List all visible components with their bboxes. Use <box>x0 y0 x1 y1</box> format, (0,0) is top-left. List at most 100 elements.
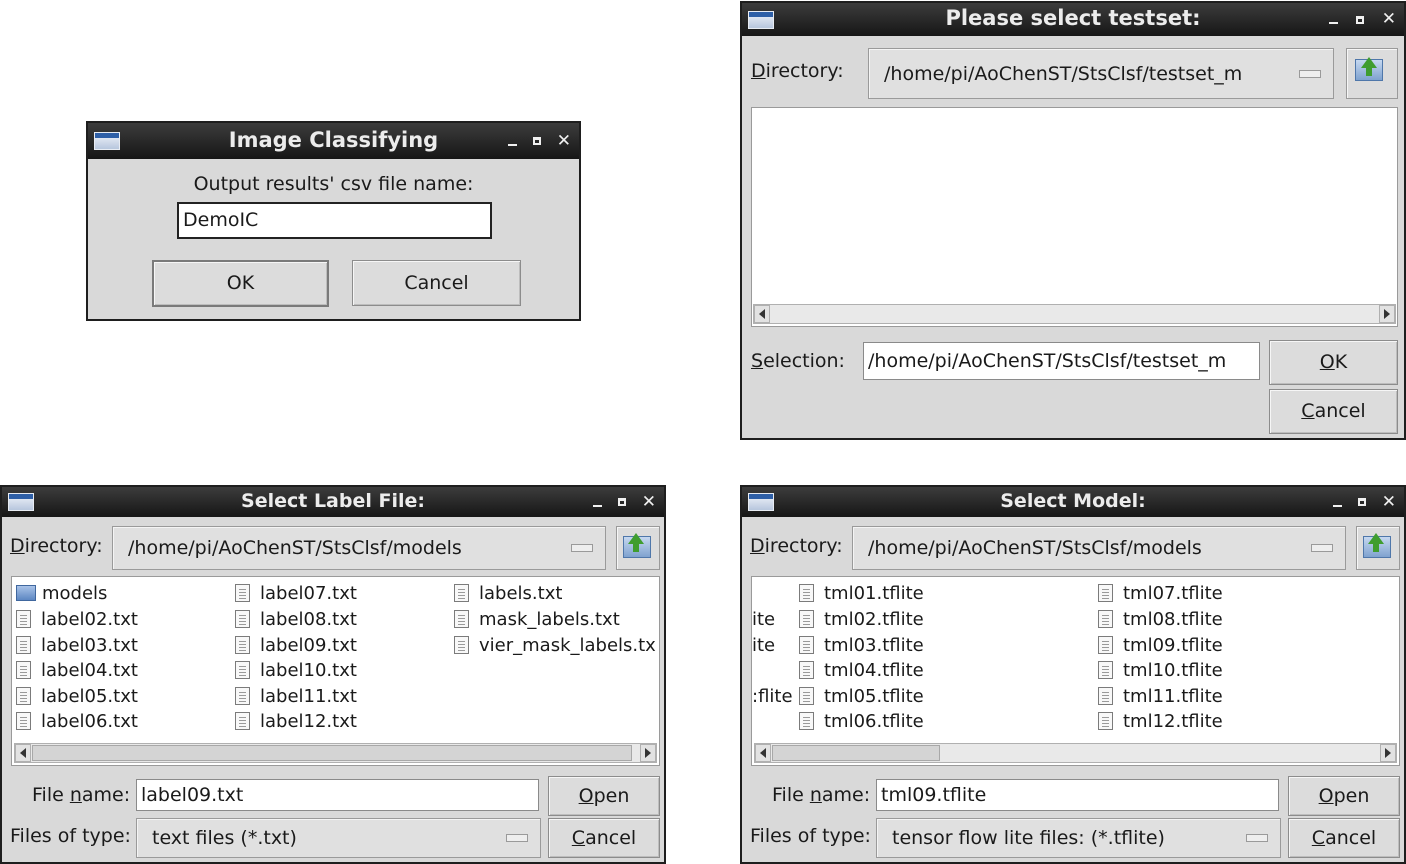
title-bar[interactable]: Image Classifying ✕ <box>88 123 579 159</box>
maximize-icon[interactable] <box>1355 15 1364 24</box>
directory-value: /home/pi/AoChenST/StsClsf/models <box>128 537 462 559</box>
list-item[interactable]: label05.txt <box>16 684 138 708</box>
maximize-icon[interactable] <box>617 498 626 506</box>
close-icon[interactable]: ✕ <box>557 132 571 150</box>
horizontal-scrollbar[interactable] <box>14 743 657 763</box>
list-item[interactable]: label11.txt <box>235 684 357 708</box>
directory-label: Directory: <box>750 535 843 557</box>
list-item[interactable]: mask_labels.txt <box>454 607 620 631</box>
file-icon <box>1098 661 1113 679</box>
scroll-right-icon[interactable] <box>1380 744 1396 762</box>
title-bar[interactable]: Select Model: ✕ <box>742 487 1404 517</box>
minimize-icon[interactable] <box>507 137 517 146</box>
close-icon[interactable]: ✕ <box>1382 11 1396 28</box>
parent-directory-button[interactable] <box>1356 526 1400 570</box>
list-item[interactable]: tml03.tflite <box>799 633 924 657</box>
close-icon[interactable]: ✕ <box>1382 493 1396 511</box>
filename-label: File name: <box>32 784 131 806</box>
open-button[interactable]: Open <box>548 776 660 816</box>
cancel-button[interactable]: Cancel <box>1269 389 1398 434</box>
filetype-dropdown[interactable]: tensor flow lite files: (*.tflite) <box>876 818 1281 858</box>
title-bar[interactable]: Select Label File: ✕ <box>2 487 664 517</box>
maximize-icon[interactable] <box>532 137 541 145</box>
window-app-icon <box>94 132 120 150</box>
cancel-button[interactable]: Cancel <box>548 818 660 858</box>
minimize-icon[interactable] <box>592 498 602 507</box>
cancel-button[interactable]: Cancel <box>1288 818 1400 858</box>
list-item[interactable]: tml06.tflite <box>799 709 924 733</box>
window-title: Please select testset: <box>945 6 1201 30</box>
ok-button[interactable]: OK <box>152 260 329 307</box>
list-item[interactable]: ite <box>752 607 775 631</box>
file-list[interactable]: models label02.txt label03.txt label04.t… <box>11 576 660 766</box>
horizontal-scrollbar[interactable] <box>754 743 1397 763</box>
horizontal-scrollbar[interactable] <box>753 304 1396 324</box>
list-item[interactable]: ite <box>752 633 775 657</box>
list-item[interactable]: tml01.tflite <box>799 581 924 605</box>
window-title: Image Classifying <box>228 128 439 152</box>
scroll-left-icon[interactable] <box>15 744 31 762</box>
file-icon <box>235 687 250 705</box>
list-item[interactable]: tml02.tflite <box>799 607 924 631</box>
scrollbar-thumb[interactable] <box>772 745 940 761</box>
minimize-icon[interactable] <box>1328 15 1338 24</box>
open-button[interactable]: Open <box>1288 776 1400 816</box>
list-item[interactable]: tml07.tflite <box>1098 581 1223 605</box>
list-item[interactable]: tml10.tflite <box>1098 658 1223 682</box>
selection-input[interactable]: /home/pi/AoChenST/StsClsf/testset_m <box>863 342 1260 380</box>
list-item[interactable]: label06.txt <box>16 709 138 733</box>
scroll-right-icon[interactable] <box>640 744 656 762</box>
list-item[interactable]: label12.txt <box>235 709 357 733</box>
directory-dropdown[interactable]: /home/pi/AoChenST/StsClsf/testset_m <box>868 48 1334 99</box>
filename-input[interactable]: tml09.tflite <box>876 779 1279 811</box>
file-icon <box>454 636 469 654</box>
csv-filename-prompt: Output results' csv file name: <box>193 173 474 195</box>
selection-label: Selection: <box>751 350 845 372</box>
csv-filename-input[interactable]: DemoIC <box>177 202 492 239</box>
maximize-icon[interactable] <box>1357 498 1366 506</box>
filetype-dropdown[interactable]: text files (*.txt) <box>136 818 541 858</box>
list-item[interactable]: tml11.tflite <box>1098 684 1223 708</box>
list-item[interactable]: tml05.tflite <box>799 684 924 708</box>
file-icon <box>16 661 31 679</box>
close-icon[interactable]: ✕ <box>642 493 656 511</box>
list-item[interactable]: tml08.tflite <box>1098 607 1223 631</box>
list-item[interactable]: label09.txt <box>235 633 357 657</box>
scroll-left-icon[interactable] <box>754 305 770 323</box>
title-bar[interactable]: Please select testset: ✕ <box>742 3 1404 36</box>
scroll-left-icon[interactable] <box>755 744 771 762</box>
parent-directory-button[interactable] <box>616 526 660 570</box>
list-item[interactable]: :flite <box>752 684 793 708</box>
dropdown-arrow-icon <box>1299 69 1321 78</box>
file-icon <box>799 584 814 602</box>
scrollbar-thumb[interactable] <box>32 745 632 761</box>
list-item[interactable]: vier_mask_labels.tx <box>454 633 656 657</box>
minimize-icon[interactable] <box>1332 498 1342 507</box>
directory-list[interactable] <box>751 107 1398 327</box>
list-item[interactable]: label07.txt <box>235 581 357 605</box>
ok-button[interactable]: OK <box>1269 340 1398 385</box>
list-item[interactable]: tml04.tflite <box>799 658 924 682</box>
filetype-label: Files of type: <box>750 825 871 847</box>
directory-dropdown[interactable]: /home/pi/AoChenST/StsClsf/models <box>852 526 1346 570</box>
list-item[interactable]: label04.txt <box>16 658 138 682</box>
list-item[interactable]: label10.txt <box>235 658 357 682</box>
cancel-button[interactable]: Cancel <box>352 260 521 306</box>
list-item[interactable]: tml09.tflite <box>1098 633 1223 657</box>
list-item[interactable]: label03.txt <box>16 633 138 657</box>
window-title: Select Model: <box>1000 490 1146 512</box>
list-item-folder[interactable]: models <box>16 581 107 605</box>
list-item[interactable]: label02.txt <box>16 607 138 631</box>
window-app-icon <box>748 10 774 29</box>
list-item[interactable]: label08.txt <box>235 607 357 631</box>
file-icon <box>16 610 31 628</box>
scroll-right-icon[interactable] <box>1379 305 1395 323</box>
file-list[interactable]: ite ite :flite tml01.tflite tml02.tflite… <box>751 576 1400 766</box>
list-item[interactable]: labels.txt <box>454 581 562 605</box>
file-icon <box>454 584 469 602</box>
parent-directory-button[interactable] <box>1346 48 1398 99</box>
dropdown-arrow-icon <box>1311 544 1333 552</box>
list-item[interactable]: tml12.tflite <box>1098 709 1223 733</box>
directory-dropdown[interactable]: /home/pi/AoChenST/StsClsf/models <box>112 526 606 570</box>
filename-input[interactable]: label09.txt <box>136 779 539 811</box>
